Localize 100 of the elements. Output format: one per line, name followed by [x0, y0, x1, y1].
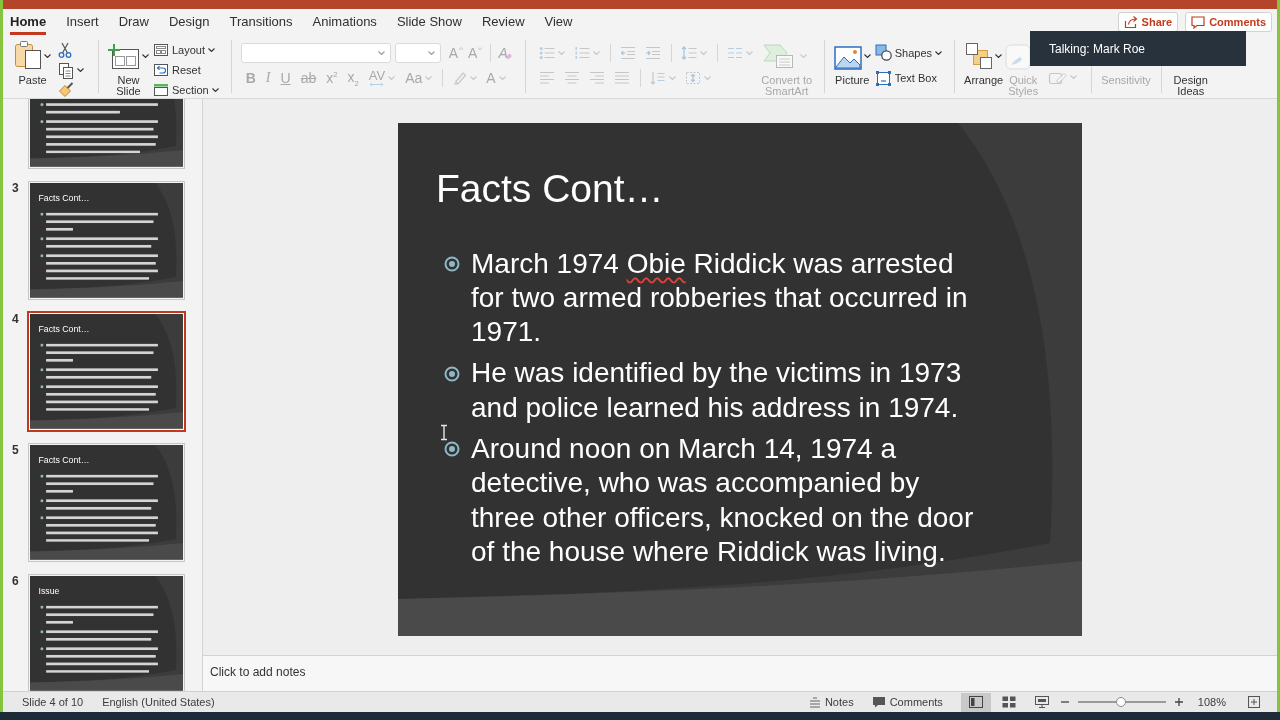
slide-number: 4	[11, 312, 20, 326]
ribbon-tab[interactable]: Review	[481, 11, 525, 35]
align-text-icon	[685, 71, 702, 86]
ribbon-tab[interactable]: Transitions	[229, 11, 293, 35]
ribbon-tab[interactable]: View	[544, 11, 573, 35]
bullet-icon	[444, 441, 460, 458]
picture-icon	[833, 46, 862, 70]
caret-icon	[746, 50, 754, 55]
slide-thumbnail[interactable]: Facts Cont…	[28, 443, 185, 562]
zoom-percentage[interactable]: 108%	[1197, 696, 1226, 708]
new-slide-icon	[108, 44, 140, 70]
share-icon	[1123, 15, 1138, 29]
share-button[interactable]: Share	[1117, 12, 1179, 32]
notes-field[interactable]: Click to add notes	[203, 655, 1277, 691]
normal-view-button[interactable]	[960, 692, 991, 712]
down-caret-icon	[477, 45, 484, 51]
overlapping-squares-icon	[964, 42, 993, 70]
bullet-icon	[444, 255, 460, 272]
speech-bubble-icon	[1191, 15, 1206, 29]
comments-button[interactable]: Comments	[871, 696, 943, 708]
ribbon-tab[interactable]: Slide Show	[396, 11, 462, 35]
fit-to-window-button[interactable]	[1248, 696, 1260, 708]
comments-button[interactable]: Comments	[1185, 12, 1272, 32]
layout-button[interactable]: Layout	[151, 40, 218, 60]
align-left-icon	[539, 71, 556, 86]
bullet-text: March 1974 Obie Riddick was arrested for two armed robberies that occurred in 1971.	[471, 246, 969, 350]
increase-indent-icon	[645, 45, 662, 60]
paste-button[interactable]: Paste	[14, 40, 51, 93]
slide-title: Facts Cont…	[38, 454, 91, 465]
caret-icon	[669, 76, 677, 81]
design-ideas-button[interactable]: Design Ideas	[1170, 75, 1211, 97]
caret-icon	[469, 76, 477, 81]
caret-icon	[863, 54, 871, 58]
reset-icon	[153, 63, 169, 77]
reset-button[interactable]: Reset	[151, 60, 203, 80]
slide-number: 5	[11, 443, 20, 457]
speech-bubble-icon	[871, 696, 886, 708]
shapes-icon	[874, 44, 892, 62]
caret-icon	[800, 54, 808, 58]
scissors-icon	[57, 42, 72, 58]
caret-icon	[558, 50, 566, 55]
normal-view-icon	[968, 696, 983, 708]
shapes-button[interactable]: Shapes	[872, 42, 945, 63]
caret-icon	[142, 54, 149, 58]
align-right-icon	[589, 71, 606, 86]
plus-icon	[1173, 697, 1184, 707]
ribbon-tab[interactable]: Design	[169, 11, 210, 35]
picture-button[interactable]: Picture	[833, 40, 871, 93]
slide-grid-icon	[1001, 696, 1016, 708]
section-icon	[153, 83, 169, 97]
decrease-indent-icon	[620, 45, 637, 60]
paintbrush-icon	[57, 82, 74, 98]
bullet-icon	[444, 365, 460, 382]
text-box-icon	[874, 69, 892, 87]
caret-icon	[935, 50, 943, 55]
caret-icon	[76, 68, 84, 72]
ribbon-tab[interactable]: Draw	[118, 11, 149, 35]
slide-thumbnail[interactable]: Issue	[28, 574, 185, 691]
zoom-in-button[interactable]	[1173, 697, 1184, 707]
caret-icon	[425, 76, 433, 81]
i-beam-cursor-icon	[440, 423, 448, 441]
double-arrow-icon	[368, 82, 384, 88]
slide-title: Facts Cont…	[38, 323, 91, 334]
caret-icon	[377, 50, 385, 55]
caret-icon	[700, 50, 708, 55]
bullet-text: He was identified by the victims in 1973 and police learned his address in 1974.	[471, 356, 963, 425]
numbered-list-icon	[574, 45, 591, 60]
new-slide-button[interactable]: New Slide	[108, 40, 149, 93]
up-caret-icon	[458, 45, 465, 51]
ribbon-tab[interactable]: Animations	[312, 11, 377, 35]
chevron-document-icon	[763, 42, 795, 70]
notes-button[interactable]: Notes	[808, 696, 854, 708]
caret-icon	[995, 54, 1003, 58]
arrange-button[interactable]: Arrange	[964, 40, 1004, 93]
align-center-icon	[564, 71, 581, 86]
justify-icon	[614, 71, 631, 86]
slide-thumbnail[interactable]: Facts Cont…	[27, 311, 186, 432]
caret-icon	[498, 76, 506, 81]
section-button[interactable]: Section	[151, 80, 221, 100]
slide-number: 3	[11, 181, 20, 195]
brush-square-icon	[1005, 44, 1032, 70]
slide-thumbnail[interactable]: Facts Cont…	[28, 181, 185, 300]
slide-title: Issue	[38, 585, 61, 596]
caret-icon	[44, 54, 51, 58]
ribbon-tab[interactable]: Insert	[66, 11, 99, 35]
zoom-slider-thumb[interactable]	[1115, 697, 1126, 707]
caret-icon	[427, 50, 435, 55]
slide-title: Facts Cont…	[436, 165, 665, 212]
caret-icon	[208, 48, 216, 52]
text-box-button[interactable]: Text Box	[872, 68, 939, 89]
caret-icon	[388, 76, 396, 81]
clipboard-icon	[14, 40, 42, 70]
presentation-screen-icon	[1034, 696, 1049, 708]
caret-icon	[1069, 75, 1077, 79]
fit-to-window-icon	[1248, 696, 1260, 708]
caret-icon	[211, 88, 219, 92]
ribbon-tab[interactable]: Home	[10, 11, 47, 35]
language-indicator[interactable]: English (United States)	[102, 696, 215, 708]
slide-counter: Slide 4 of 10	[22, 696, 84, 708]
slide-number: 6	[11, 574, 20, 588]
